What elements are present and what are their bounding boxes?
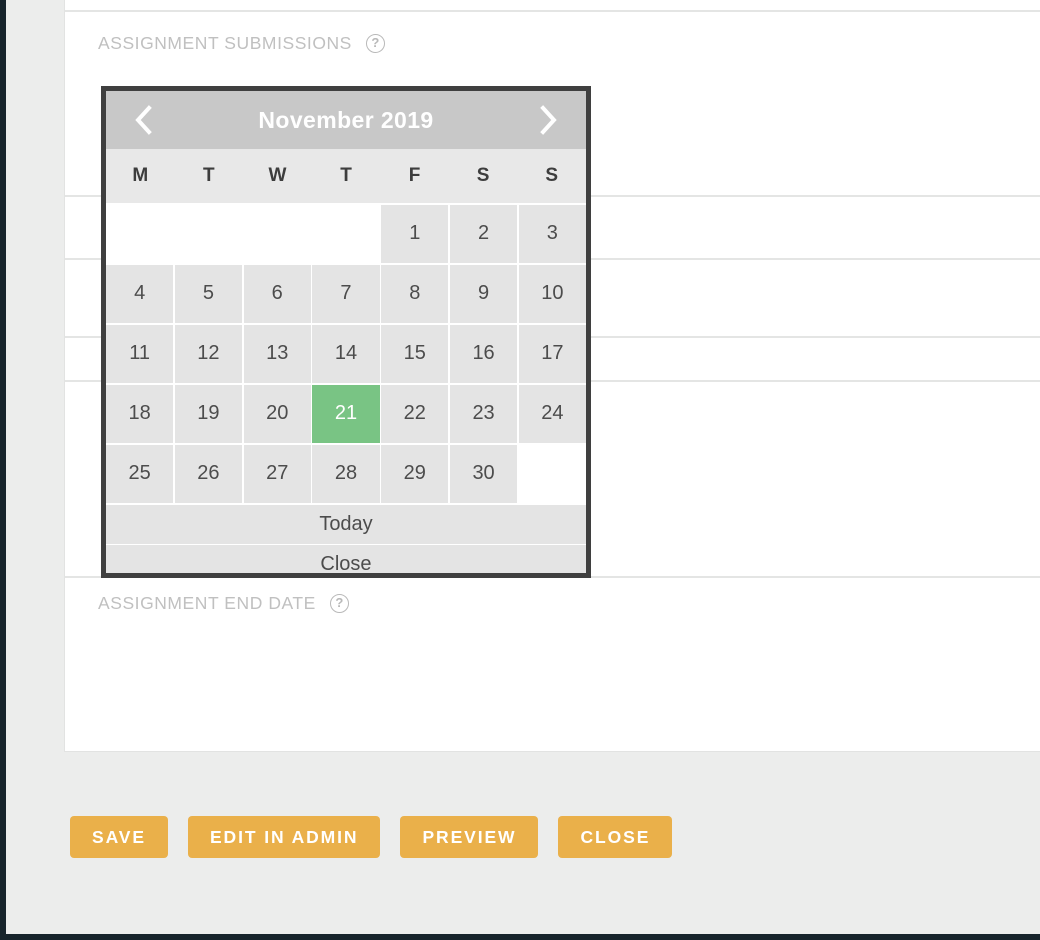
day-cell-17[interactable]: 17 xyxy=(518,324,586,383)
chevron-left-icon[interactable] xyxy=(126,100,160,140)
close-button[interactable]: CLOSE xyxy=(558,816,673,858)
day-cell-3[interactable]: 3 xyxy=(518,204,586,263)
day-cell-30[interactable]: 30 xyxy=(449,444,518,503)
datepicker-today-button[interactable]: Today xyxy=(106,504,586,544)
day-cell-15[interactable]: 15 xyxy=(381,324,449,383)
preview-button[interactable]: PREVIEW xyxy=(400,816,539,858)
day-cell-1[interactable]: 1 xyxy=(381,204,449,263)
day-cell-25[interactable]: 25 xyxy=(106,444,174,503)
day-cell-empty xyxy=(243,204,311,263)
save-button[interactable]: SAVE xyxy=(70,816,168,858)
day-cell-12[interactable]: 12 xyxy=(174,324,243,383)
day-cell-9[interactable]: 9 xyxy=(449,264,518,323)
datepicker-weekday-row: MTWTFSS xyxy=(106,149,586,203)
day-cell-empty xyxy=(518,444,586,503)
day-cell-22[interactable]: 22 xyxy=(381,384,449,443)
day-cell-5[interactable]: 5 xyxy=(174,264,243,323)
day-cell-18[interactable]: 18 xyxy=(106,384,174,443)
chevron-right-icon[interactable] xyxy=(532,100,566,140)
weekday-label-0: M xyxy=(132,165,149,186)
form-action-bar: SAVE EDIT IN ADMIN PREVIEW CLOSE xyxy=(70,816,673,858)
day-cell-20[interactable]: 20 xyxy=(243,384,311,443)
datepicker-title: November 2019 xyxy=(258,106,434,133)
field-label-assignment-end-date: ASSIGNMENT END DATE ? xyxy=(98,593,349,614)
day-cell-empty xyxy=(312,204,380,263)
weekday-label-6: S xyxy=(545,165,559,186)
field-label-assignment-submissions: ASSIGNMENT SUBMISSIONS ? xyxy=(98,33,385,54)
day-cell-empty xyxy=(106,204,174,263)
field-label-text: ASSIGNMENT SUBMISSIONS xyxy=(98,33,352,53)
day-cell-6[interactable]: 6 xyxy=(243,264,311,323)
day-cell-26[interactable]: 26 xyxy=(174,444,243,503)
weekday-label-5: S xyxy=(476,165,490,186)
weekday-label-2: W xyxy=(268,165,287,186)
day-cell-8[interactable]: 8 xyxy=(381,264,449,323)
weekday-label-4: F xyxy=(408,165,421,186)
day-cell-selected[interactable]: 21 xyxy=(312,384,380,443)
datepicker-close-button[interactable]: Close xyxy=(106,545,586,573)
day-cell-11[interactable]: 11 xyxy=(106,324,174,383)
day-cell-27[interactable]: 27 xyxy=(243,444,311,503)
day-cell-28[interactable]: 28 xyxy=(312,444,380,503)
datepicker-day-grid[interactable]: 1 2 3 4 5 6 7 8 9 10 11 12 13 14 15 16 17 18 19 20 21 22 23 24 2… xyxy=(106,203,586,503)
help-circle-icon[interactable]: ? xyxy=(365,34,385,53)
day-cell-23[interactable]: 23 xyxy=(449,384,518,443)
day-cell-14[interactable]: 14 xyxy=(312,324,380,383)
form-row-divider xyxy=(65,10,1040,12)
field-label-text: ASSIGNMENT END DATE xyxy=(98,593,316,613)
day-cell-4[interactable]: 4 xyxy=(106,264,174,323)
datepicker-body: November 2019 MTWTFSS 1 2 3 4 5 6 7 8 9 10 11 12 13 1… xyxy=(106,91,586,573)
day-cell-13[interactable]: 13 xyxy=(243,324,311,383)
day-cell-empty xyxy=(174,204,243,263)
day-cell-24[interactable]: 24 xyxy=(518,384,586,443)
weekday-label-1: T xyxy=(203,165,215,186)
day-cell-2[interactable]: 2 xyxy=(449,204,518,263)
page-background: ASSIGNMENT SUBMISSIONS ? ASSIGNMENT END … xyxy=(6,0,1040,934)
help-circle-icon[interactable]: ? xyxy=(329,594,349,613)
day-cell-16[interactable]: 16 xyxy=(449,324,518,383)
weekday-label-3: T xyxy=(340,165,352,186)
edit-in-admin-button[interactable]: EDIT IN ADMIN xyxy=(187,816,381,858)
day-cell-29[interactable]: 29 xyxy=(381,444,449,503)
browser-viewport: ASSIGNMENT SUBMISSIONS ? ASSIGNMENT END … xyxy=(0,0,1040,940)
day-cell-19[interactable]: 19 xyxy=(174,384,243,443)
datepicker-header: November 2019 xyxy=(106,91,586,149)
day-cell-7[interactable]: 7 xyxy=(312,264,380,323)
day-cell-10[interactable]: 10 xyxy=(518,264,586,323)
datepicker-popup[interactable]: November 2019 MTWTFSS 1 2 3 4 5 6 7 8 9 10 11 12 13 1… xyxy=(101,86,591,578)
